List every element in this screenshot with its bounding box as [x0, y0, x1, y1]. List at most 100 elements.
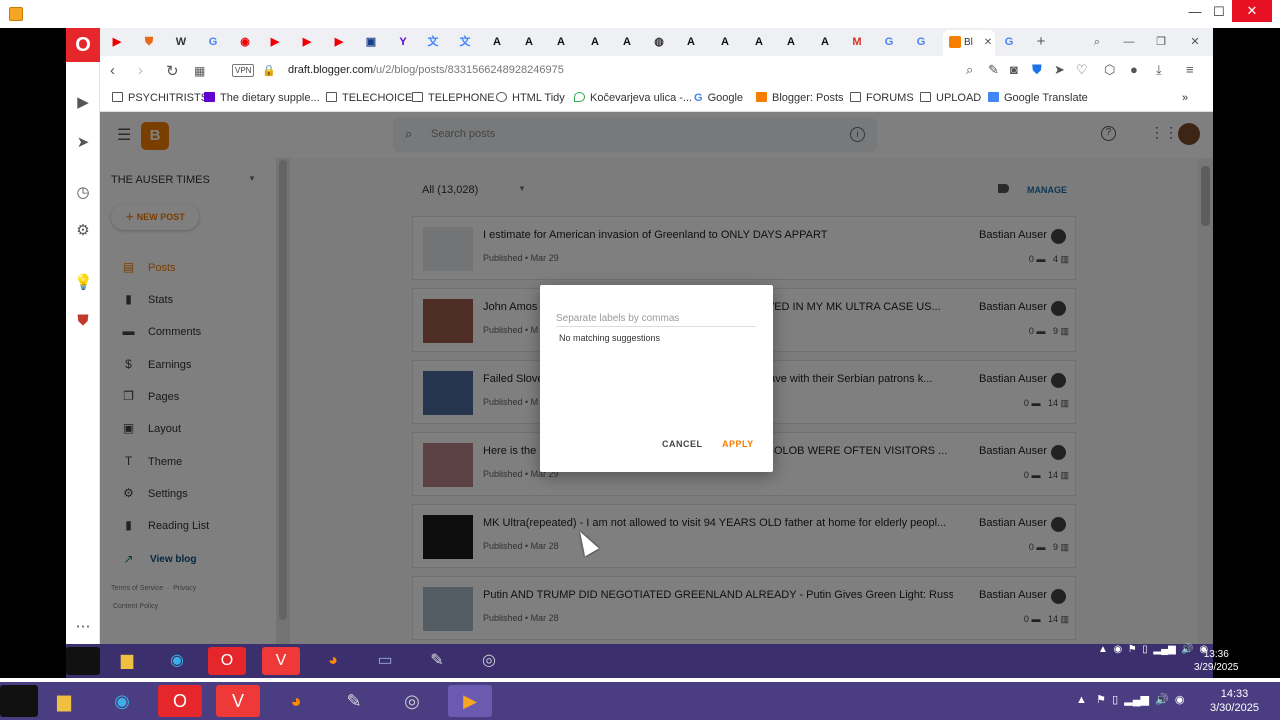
- shield-icon[interactable]: ⛊: [1032, 62, 1042, 78]
- paint-icon[interactable]: ✎: [332, 685, 376, 717]
- forward-arrow-icon[interactable]: ›: [138, 62, 143, 79]
- edge-icon[interactable]: ◉: [100, 685, 144, 717]
- obs-icon[interactable]: ◎: [390, 685, 434, 717]
- bookmark-item[interactable]: TELEPHONE: [412, 92, 495, 104]
- tab-youtube-icon[interactable]: ▶: [330, 33, 348, 51]
- new-tab-plus-icon[interactable]: +: [1032, 33, 1050, 51]
- vlc-icon[interactable]: ▶: [448, 685, 492, 717]
- firefox-icon[interactable]: ◕: [314, 647, 352, 675]
- tab-gmail-icon[interactable]: M: [848, 33, 866, 51]
- obs-icon[interactable]: ◎: [470, 647, 508, 675]
- tab-a-icon[interactable]: A: [552, 33, 570, 51]
- bookmark-item[interactable]: UPLOAD: [920, 92, 981, 104]
- outer-taskbar-thumbnail[interactable]: [0, 685, 38, 717]
- wifi-icon[interactable]: ▂▄▆: [1153, 644, 1175, 655]
- send-icon[interactable]: ➤: [1054, 62, 1065, 78]
- opera-logo-icon[interactable]: O: [66, 28, 100, 62]
- send-icon[interactable]: ➤: [74, 134, 92, 152]
- tab-wikipedia-icon[interactable]: W: [172, 33, 190, 51]
- bookmarks-overflow-icon[interactable]: »: [1182, 92, 1188, 104]
- opera-icon[interactable]: O: [208, 647, 246, 675]
- flag-icon[interactable]: ⚑: [1096, 694, 1106, 706]
- inner-taskbar-thumbnail[interactable]: [66, 647, 100, 675]
- file-explorer-icon[interactable]: ▆: [42, 685, 86, 717]
- tab-youtube-icon[interactable]: ▶: [266, 33, 284, 51]
- speed-dial-grid-icon[interactable]: ▦: [194, 64, 205, 78]
- vivaldi-icon[interactable]: V: [262, 647, 300, 675]
- bookmark-item[interactable]: Google Translate: [988, 92, 1088, 104]
- battery-icon[interactable]: ▯: [1112, 694, 1118, 706]
- bookmark-item[interactable]: G Google: [694, 92, 743, 104]
- inner-clock[interactable]: 13:36 3/29/2025: [1194, 648, 1239, 674]
- tab-a-icon[interactable]: A: [586, 33, 604, 51]
- vpn-badge[interactable]: VPN: [232, 64, 255, 77]
- vivaldi-icon[interactable]: V: [216, 685, 260, 717]
- tab-google-icon[interactable]: G: [880, 33, 898, 51]
- apply-button[interactable]: APPLY: [722, 439, 754, 449]
- window-minimize-icon[interactable]: —: [1120, 33, 1138, 51]
- tab-globe-icon[interactable]: ◍: [650, 33, 668, 51]
- tray-app-icon[interactable]: ◉: [1175, 694, 1185, 706]
- window-restore-icon[interactable]: ❐: [1152, 33, 1170, 51]
- volume-icon[interactable]: 🔊: [1181, 644, 1193, 655]
- url-field[interactable]: draft.blogger.com/u/2/blog/posts/8331566…: [288, 64, 564, 76]
- tab-site-icon[interactable]: ▣: [362, 33, 380, 51]
- close-icon[interactable]: ✕: [1232, 0, 1272, 22]
- tab-translate-icon[interactable]: 文: [456, 33, 474, 51]
- cancel-button[interactable]: CANCEL: [662, 439, 703, 449]
- window-close-icon[interactable]: ✕: [1186, 33, 1204, 51]
- tab-a-icon[interactable]: A: [618, 33, 636, 51]
- back-arrow-icon[interactable]: ‹: [110, 62, 115, 79]
- menu-icon[interactable]: ≡: [1186, 62, 1194, 77]
- history-clock-icon[interactable]: ◷: [74, 184, 92, 202]
- ublock-shield-icon[interactable]: ⛊: [74, 312, 92, 330]
- player-icon[interactable]: ▶: [74, 94, 92, 112]
- bookmark-item[interactable]: FORUMS: [850, 92, 914, 104]
- bookmark-item[interactable]: Kočevarjeva ulica -...: [574, 92, 692, 104]
- tab-a-icon[interactable]: A: [682, 33, 700, 51]
- firefox-icon[interactable]: ◕: [274, 685, 318, 717]
- edit-icon[interactable]: ✎: [988, 62, 999, 78]
- zoom-search-icon[interactable]: ⌕: [966, 62, 973, 78]
- photos-icon[interactable]: ▭: [366, 647, 404, 675]
- tab-shield-icon[interactable]: ⛊: [140, 33, 158, 51]
- lightbulb-icon[interactable]: 💡: [74, 274, 93, 292]
- tab-yahoo-icon[interactable]: Y: [394, 33, 412, 51]
- download-icon[interactable]: ⤓: [1156, 62, 1162, 78]
- tab-google-icon[interactable]: G: [912, 33, 930, 51]
- tab-translate-icon[interactable]: 文: [424, 33, 442, 51]
- tab-a-icon[interactable]: A: [750, 33, 768, 51]
- more-dots-icon[interactable]: ⋯: [74, 618, 92, 636]
- tab-google-icon[interactable]: G: [204, 33, 222, 51]
- tray-chevron-icon[interactable]: ▲: [1098, 644, 1108, 655]
- opera-icon[interactable]: O: [158, 685, 202, 717]
- cube-icon[interactable]: ⬡: [1104, 62, 1115, 78]
- tray-chevron-icon[interactable]: ▲: [1076, 694, 1087, 706]
- profile-icon[interactable]: ●: [1130, 62, 1138, 77]
- heart-icon[interactable]: ♡: [1076, 62, 1088, 78]
- labels-input[interactable]: [556, 311, 756, 327]
- camera-icon[interactable]: ◙: [1010, 62, 1018, 77]
- bookmark-item[interactable]: PSYCHITRISTS: [112, 92, 208, 104]
- tab-close-icon[interactable]: ✕: [984, 37, 992, 48]
- wifi-icon[interactable]: ▂▄▆: [1124, 694, 1149, 706]
- file-explorer-icon[interactable]: ▆: [108, 647, 146, 675]
- tray-app-icon[interactable]: ◉: [1113, 644, 1122, 655]
- tab-youtube-icon[interactable]: ▶: [298, 33, 316, 51]
- volume-icon[interactable]: 🔊: [1155, 694, 1169, 706]
- reload-icon[interactable]: ↻: [166, 62, 179, 80]
- bookmark-item[interactable]: The dietary supple...: [204, 92, 320, 104]
- lock-icon[interactable]: 🔒: [262, 64, 276, 77]
- tab-google-icon[interactable]: G: [1000, 33, 1018, 51]
- bookmark-item[interactable]: Blogger: Posts: [756, 92, 844, 104]
- flag-icon[interactable]: ⚑: [1128, 644, 1137, 655]
- edge-icon[interactable]: ◉: [158, 647, 196, 675]
- paint-icon[interactable]: ✎: [418, 647, 456, 675]
- tab-a-icon[interactable]: A: [488, 33, 506, 51]
- tab-a-icon[interactable]: A: [520, 33, 538, 51]
- bookmark-item[interactable]: HTML Tidy: [496, 92, 565, 104]
- tab-a-icon[interactable]: A: [716, 33, 734, 51]
- tab-a-icon[interactable]: A: [782, 33, 800, 51]
- settings-gear-icon[interactable]: ⚙: [74, 222, 92, 240]
- bookmark-item[interactable]: TELECHOICE: [326, 92, 412, 104]
